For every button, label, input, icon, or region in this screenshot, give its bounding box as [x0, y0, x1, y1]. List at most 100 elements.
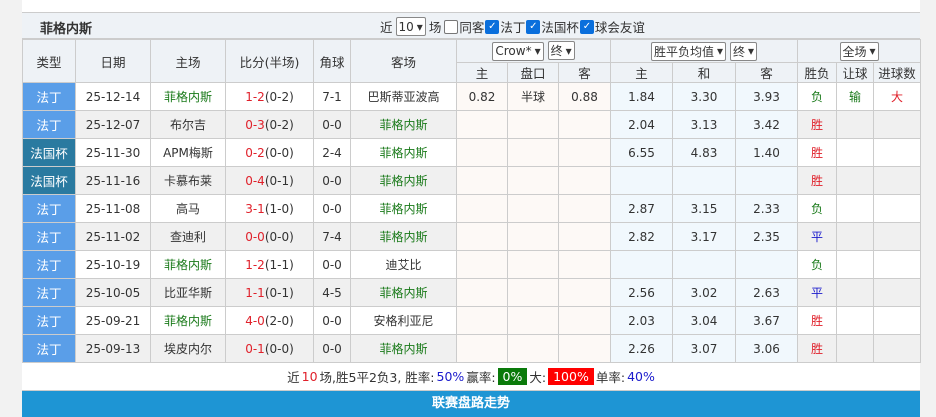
table-row[interactable]: 法丁 25-09-21 菲格内斯 4-0(2-0) 0-0 安格利亚尼 2.03…: [22, 306, 922, 335]
score[interactable]: 0-3(0-2): [225, 110, 314, 139]
ah-result: [836, 166, 875, 195]
ah-home-odds: [456, 110, 508, 139]
eu-away-odds: 1.40: [735, 138, 799, 167]
filter-option-label[interactable]: 法国杯: [541, 17, 579, 36]
match-count-select[interactable]: 10 ▾: [395, 17, 426, 36]
home-team[interactable]: 布尔吉: [150, 110, 226, 139]
ah-away-odds: [557, 334, 612, 363]
score[interactable]: 1-1(0-1): [225, 278, 314, 307]
summary-text: 赢率:: [466, 370, 496, 385]
col-corner: 角球: [313, 39, 351, 83]
filter-checkbox[interactable]: ✓: [579, 19, 594, 34]
result: 平: [797, 222, 838, 251]
ah-line: 半球: [507, 82, 559, 111]
score[interactable]: 0-4(0-1): [225, 166, 314, 195]
match-type: 法国杯: [22, 166, 76, 195]
avg-select[interactable]: 胜平负均值 ▾: [651, 41, 727, 61]
score[interactable]: 1-2(1-1): [225, 250, 314, 279]
eu-home-odds: 1.84: [610, 82, 674, 111]
col-ah-away: 客: [557, 62, 612, 83]
away-team[interactable]: 菲格内斯: [350, 334, 457, 363]
score[interactable]: 0-0(0-0): [225, 222, 314, 251]
ah-result: 输: [836, 82, 875, 111]
match-date: 25-10-19: [75, 250, 151, 279]
table-row[interactable]: 法丁 25-12-07 布尔吉 0-3(0-2) 0-0 菲格内斯 2.04 3.…: [22, 110, 922, 139]
away-team[interactable]: 菲格内斯: [350, 278, 457, 307]
home-team[interactable]: 查迪利: [150, 222, 226, 251]
title-bar: 菲格内斯 近 10 ▾ 场 同客 ✓ 法丁 ✓ 法国杯 ✓ 球会友谊: [22, 13, 920, 39]
away-team[interactable]: 菲格内斯: [350, 138, 457, 167]
ah-result: [836, 306, 875, 335]
table-row[interactable]: 法国杯 25-11-16 卡慕布莱 0-4(0-1) 0-0 菲格内斯 胜: [22, 166, 922, 195]
match-date: 25-11-02: [75, 222, 151, 251]
stage-select-2[interactable]: 终 ▾: [730, 41, 758, 61]
ah-line: [507, 306, 559, 335]
home-team[interactable]: 卡慕布莱: [150, 166, 226, 195]
filter-checkbox[interactable]: [444, 19, 459, 34]
col-score: 比分(半场): [225, 39, 314, 83]
match-date: 25-12-14: [75, 82, 151, 111]
ah-result: [836, 110, 875, 139]
score[interactable]: 1-2(0-2): [225, 82, 314, 111]
score[interactable]: 0-1(0-0): [225, 334, 314, 363]
ah-away-odds: [557, 110, 612, 139]
match-date: 25-11-08: [75, 194, 151, 223]
filter-option-label[interactable]: 球会友谊: [595, 17, 645, 36]
score[interactable]: 0-2(0-0): [225, 138, 314, 167]
filter-option-label[interactable]: 同客: [459, 17, 484, 36]
table-row[interactable]: 法丁 25-11-08 高马 3-1(1-0) 0-0 菲格内斯 2.87 3.1…: [22, 194, 922, 223]
table-row[interactable]: 法丁 25-11-02 查迪利 0-0(0-0) 7-4 菲格内斯 2.82 3.…: [22, 222, 922, 251]
summary-text: 场,胜5平2负3, 胜率:: [319, 370, 435, 385]
filter-checkbox[interactable]: ✓: [485, 19, 500, 34]
home-team[interactable]: 菲格内斯: [150, 82, 226, 111]
eu-draw-odds: 3.30: [672, 82, 737, 111]
eu-draw-odds: 3.17: [672, 222, 737, 251]
eu-home-odds: 2.56: [610, 278, 674, 307]
table-row[interactable]: 法丁 25-10-19 菲格内斯 1-2(1-1) 0-0 迪艾比 负: [22, 250, 922, 279]
filter-checkbox[interactable]: ✓: [526, 19, 541, 34]
home-team[interactable]: 高马: [150, 194, 226, 223]
ah-line: [507, 222, 559, 251]
eu-away-odds: 3.06: [735, 334, 799, 363]
ah-away-odds: [557, 138, 612, 167]
match-type: 法丁: [22, 194, 76, 223]
team-title: 菲格内斯: [40, 22, 93, 37]
match-date: 25-11-16: [75, 166, 151, 195]
company-select[interactable]: Crow* ▾: [492, 41, 544, 61]
col-away: 客场: [350, 39, 457, 83]
away-team[interactable]: 菲格内斯: [350, 222, 457, 251]
scope-select[interactable]: 全场 ▾: [839, 41, 879, 61]
summary-count: 10: [301, 369, 318, 384]
table-row[interactable]: 法丁 25-10-05 比亚华斯 1-1(0-1) 4-5 菲格内斯 2.56 3…: [22, 278, 922, 307]
ah-line: [507, 138, 559, 167]
score[interactable]: 4-0(2-0): [225, 306, 314, 335]
away-team[interactable]: 菲格内斯: [350, 166, 457, 195]
stage-select-1[interactable]: 终 ▾: [547, 41, 575, 61]
home-team[interactable]: 埃皮内尔: [150, 334, 226, 363]
score[interactable]: 3-1(1-0): [225, 194, 314, 223]
table-row[interactable]: 法丁 25-09-13 埃皮内尔 0-1(0-0) 0-0 菲格内斯 2.26 3…: [22, 334, 922, 363]
away-team[interactable]: 菲格内斯: [350, 110, 457, 139]
ou-result: 大: [873, 82, 922, 111]
home-team[interactable]: 菲格内斯: [150, 250, 226, 279]
away-team[interactable]: 安格利亚尼: [350, 306, 457, 335]
match-type: 法丁: [22, 334, 76, 363]
filter-option-label[interactable]: 法丁: [500, 17, 525, 36]
ah-away-odds: 0.88: [557, 82, 612, 111]
eu-home-odds: 2.87: [610, 194, 674, 223]
away-team[interactable]: 迪艾比: [350, 250, 457, 279]
table-row[interactable]: 法丁 25-12-14 菲格内斯 1-2(0-2) 7-1 巴斯蒂亚波高 0.8…: [22, 82, 922, 111]
match-date: 25-11-30: [75, 138, 151, 167]
chevron-down-icon: ▾: [416, 19, 423, 34]
away-team[interactable]: 巴斯蒂亚波高: [350, 82, 457, 111]
ou-result: [873, 138, 922, 167]
home-team[interactable]: 比亚华斯: [150, 278, 226, 307]
col-home: 主场: [150, 39, 226, 83]
table-row[interactable]: 法国杯 25-11-30 APM梅斯 0-2(0-0) 2-4 菲格内斯 6.5…: [22, 138, 922, 167]
away-team[interactable]: 菲格内斯: [350, 194, 457, 223]
league-trend-bar[interactable]: 联赛盘路走势: [22, 391, 920, 417]
home-team[interactable]: 菲格内斯: [150, 306, 226, 335]
corner-score: 0-0: [313, 250, 351, 279]
home-team[interactable]: APM梅斯: [150, 138, 226, 167]
ou-result: [873, 250, 922, 279]
